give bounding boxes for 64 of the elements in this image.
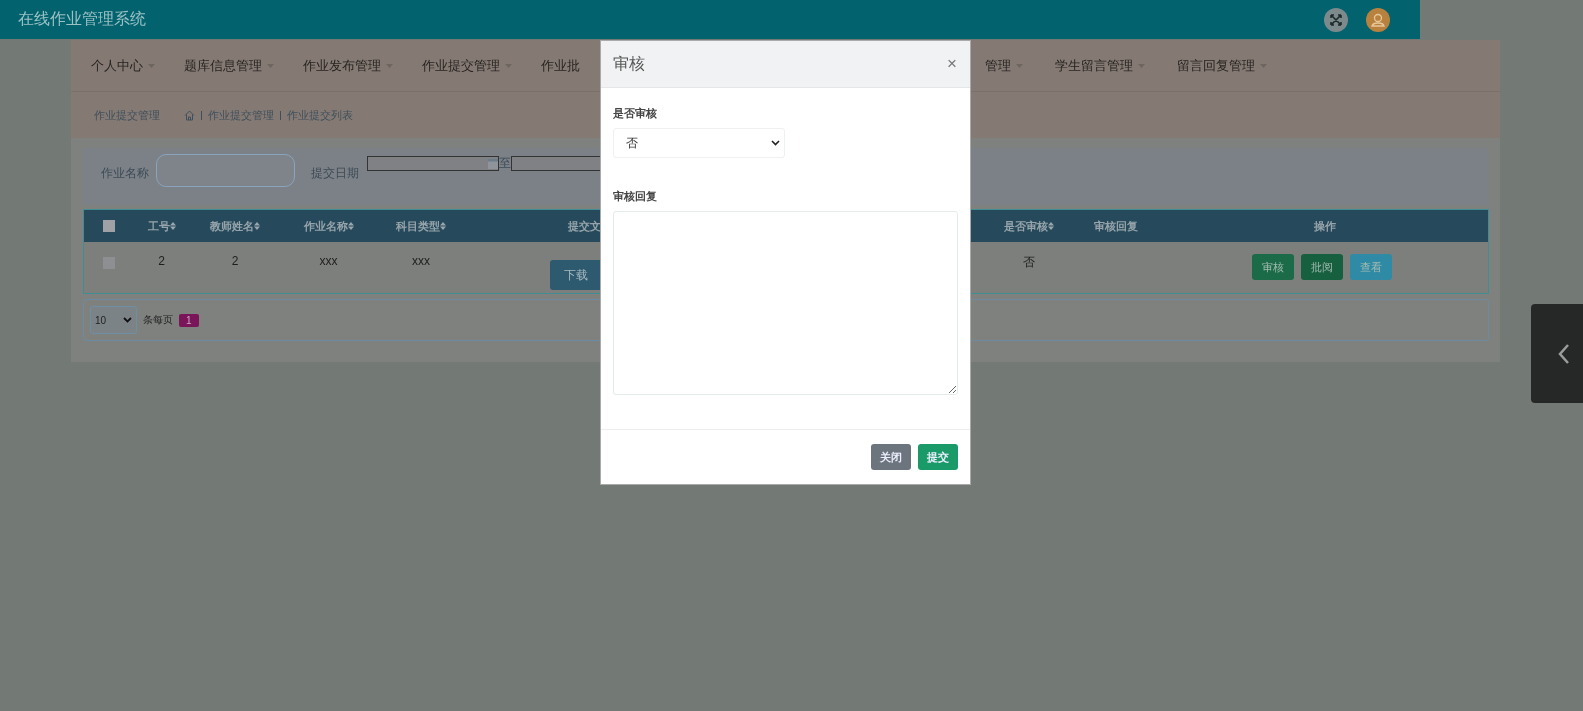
table-cell: xxx bbox=[412, 254, 430, 268]
sort-icon[interactable] bbox=[254, 222, 260, 230]
home-icon[interactable] bbox=[184, 109, 195, 121]
sort-icon[interactable] bbox=[440, 222, 446, 230]
close-button[interactable]: 关闭 bbox=[871, 444, 911, 470]
action-button[interactable]: 查看 bbox=[1350, 254, 1392, 280]
sort-icon[interactable] bbox=[1047, 222, 1054, 230]
caret-icon bbox=[148, 63, 155, 68]
range-separator: 至 bbox=[499, 155, 511, 172]
action-button[interactable]: 批阅 bbox=[1301, 254, 1343, 280]
dialog-title: 审核 bbox=[613, 53, 645, 74]
sort-icon[interactable] bbox=[169, 222, 176, 230]
audit-select[interactable]: 否 bbox=[613, 128, 785, 158]
breadcrumb-link[interactable]: 作业提交列表 bbox=[287, 107, 353, 123]
chevron-icon bbox=[771, 140, 780, 146]
field-label: 提交日期 bbox=[311, 165, 359, 182]
avatar-icon[interactable] bbox=[1366, 7, 1390, 32]
table-cell: 2 bbox=[231, 254, 239, 268]
field-label: 作业名称 bbox=[101, 165, 149, 182]
table-cell: xxx bbox=[319, 254, 338, 268]
fullscreen-icon[interactable] bbox=[1324, 7, 1348, 32]
nav-menu-item[interactable]: 管理 bbox=[985, 56, 1023, 75]
nav-menu-item[interactable]: 学生留言管理 bbox=[1055, 56, 1145, 75]
caret-icon bbox=[1260, 63, 1267, 68]
page-button[interactable]: 1 bbox=[179, 313, 199, 327]
field-label: 审核回复 bbox=[613, 189, 658, 204]
chevron-left-icon[interactable] bbox=[1558, 343, 1569, 364]
caret-icon bbox=[505, 63, 512, 68]
per-page-label: 条每页 bbox=[143, 313, 173, 327]
nav-menu-item[interactable]: 作业批 bbox=[541, 56, 580, 75]
nav-menu-item[interactable]: 留言回复管理 bbox=[1177, 56, 1267, 75]
table-cell: 否 bbox=[1022, 254, 1035, 271]
chevron-icon bbox=[123, 317, 132, 323]
column-header[interactable]: 教师姓名 bbox=[210, 218, 260, 234]
column-header[interactable]: 作业名称 bbox=[303, 218, 354, 234]
date-input[interactable] bbox=[367, 156, 499, 171]
column-header: 审核回复 bbox=[1094, 218, 1138, 234]
column-header[interactable]: 是否审核 bbox=[1003, 218, 1054, 234]
action-button[interactable]: 审核 bbox=[1252, 254, 1294, 280]
nav-menu-item[interactable]: 作业提交管理 bbox=[422, 56, 512, 75]
submit-button[interactable]: 提交 bbox=[918, 444, 958, 470]
page-size-select[interactable]: 10 bbox=[90, 306, 137, 334]
close-button[interactable]: × bbox=[947, 54, 957, 74]
column-header[interactable]: 科目类型 bbox=[396, 218, 446, 234]
checkbox[interactable] bbox=[103, 220, 115, 232]
caret-icon bbox=[1138, 63, 1145, 68]
breadcrumb-link[interactable]: 作业提交管理 bbox=[208, 107, 274, 123]
table-cell: 2 bbox=[158, 254, 165, 268]
caret-icon bbox=[386, 63, 393, 68]
date-input[interactable] bbox=[511, 156, 601, 171]
caret-icon bbox=[267, 63, 274, 68]
field-label: 是否审核 bbox=[613, 106, 658, 121]
sort-icon[interactable] bbox=[347, 222, 354, 230]
app-title: 在线作业管理系统 bbox=[18, 9, 146, 29]
page-title: 作业提交管理 bbox=[94, 107, 160, 123]
nav-menu-item[interactable]: 个人中心 bbox=[91, 56, 155, 75]
nav-menu-item[interactable]: 作业发布管理 bbox=[303, 56, 393, 75]
caret-icon bbox=[1016, 63, 1023, 68]
column-header[interactable]: 工号 bbox=[147, 218, 176, 234]
download-button[interactable]: 下载 bbox=[550, 260, 601, 290]
column-header: 提交文 bbox=[568, 218, 601, 234]
column-header: 操作 bbox=[1313, 218, 1336, 234]
nav-menu-item[interactable]: 题库信息管理 bbox=[184, 56, 274, 75]
name-input[interactable] bbox=[156, 154, 295, 187]
